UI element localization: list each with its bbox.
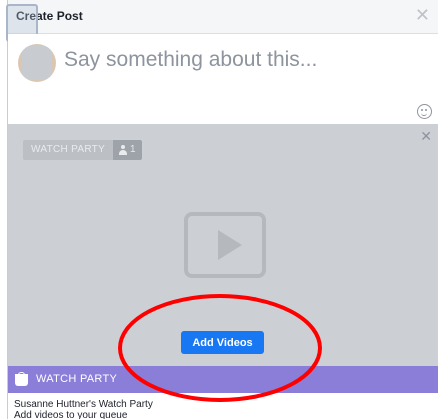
dialog-header: Create Post ✕ <box>8 0 438 34</box>
smiley-icon[interactable] <box>417 104 432 119</box>
viewer-count-value: 1 <box>130 144 136 155</box>
avatar <box>18 44 56 82</box>
watch-party-bar: WATCH PARTY <box>8 366 438 393</box>
party-name: Susanne Huttner's Watch Party <box>14 399 153 410</box>
watch-party-stage: ✕ WATCH PARTY 1 Add Videos <box>8 124 438 366</box>
watch-party-badge: WATCH PARTY 1 <box>23 140 142 160</box>
close-icon[interactable]: ✕ <box>420 128 432 145</box>
post-text-input[interactable]: Say something about this... <box>64 48 317 72</box>
play-icon <box>184 212 266 278</box>
close-icon[interactable]: ✕ <box>415 5 430 25</box>
watch-party-title: WATCH PARTY <box>36 373 118 385</box>
avatar-redaction <box>22 46 52 80</box>
add-videos-button[interactable]: Add Videos <box>181 331 264 354</box>
watch-party-icon <box>15 372 28 386</box>
viewer-count: 1 <box>113 140 142 160</box>
watch-party-info: Susanne Huttner's Watch Party Add videos… <box>8 393 438 419</box>
party-hint: Add videos to your queue <box>14 410 128 419</box>
post-composer: Say something about this... <box>8 34 438 124</box>
badge-label: WATCH PARTY <box>23 140 114 160</box>
person-icon <box>119 145 128 155</box>
